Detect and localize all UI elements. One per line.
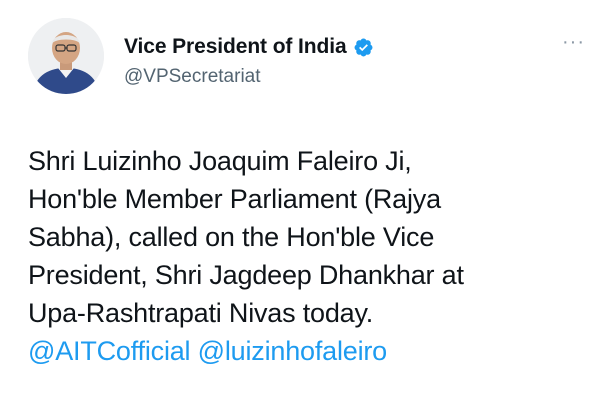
tweet-line: Shri Luizinho Joaquim Faleiro Ji, bbox=[28, 146, 412, 176]
verified-badge-icon bbox=[353, 37, 374, 58]
tweet-line: President, Shri Jagdeep Dhankhar at bbox=[28, 260, 464, 290]
profile-photo-icon bbox=[28, 18, 104, 94]
account-handle[interactable]: @VPSecretariat bbox=[124, 66, 261, 88]
tweet-line: Hon'ble Member Parliament (Rajya bbox=[28, 184, 441, 214]
more-options-icon[interactable]: ··· bbox=[562, 32, 585, 52]
mention-link-faleiro[interactable]: @luizinhofaleiro bbox=[198, 336, 388, 366]
tweet-line: Sabha), called on the Hon'ble Vice bbox=[28, 222, 435, 252]
tweet-card: Vice President of India @VPSecretariat ·… bbox=[0, 0, 615, 410]
tweet-line: Upa-Rashtrapati Nivas today. bbox=[28, 298, 374, 328]
name-row: Vice President of India bbox=[124, 34, 374, 60]
mention-link-aitc[interactable]: @AITCofficial bbox=[28, 336, 191, 366]
display-name[interactable]: Vice President of India bbox=[124, 35, 347, 59]
tweet-text: Shri Luizinho Joaquim Faleiro Ji, Hon'bl… bbox=[28, 142, 598, 370]
avatar[interactable] bbox=[28, 18, 104, 94]
mentions-line: @AITCofficial @luizinhofaleiro bbox=[28, 332, 598, 370]
